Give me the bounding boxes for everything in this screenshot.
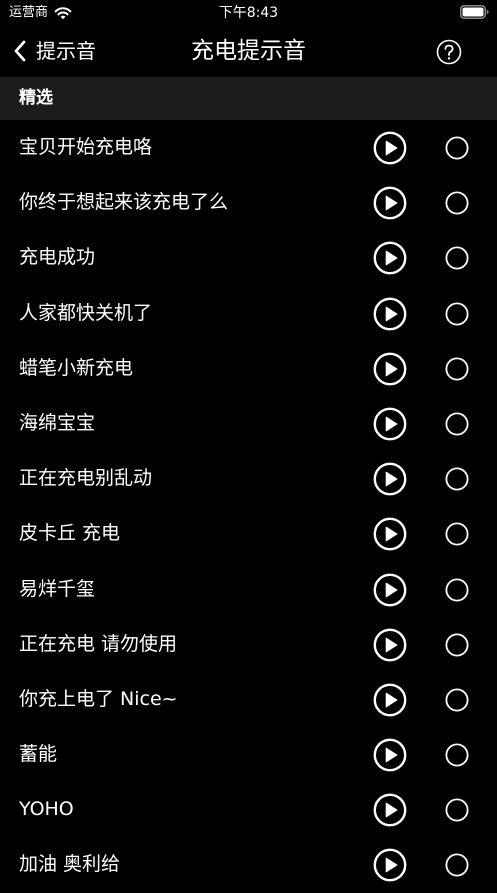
page-title: 充电提示音	[191, 38, 306, 64]
sound-name: 皮卡丘 充电	[19, 522, 121, 545]
radio-unselected-icon[interactable]	[445, 853, 469, 877]
list-item[interactable]: 你终于想起来该充电了么	[0, 175, 497, 230]
status-time: 下午8:43	[218, 5, 279, 21]
radio-unselected-icon[interactable]	[445, 467, 469, 491]
sound-name: 蜡笔小新充电	[19, 356, 134, 379]
radio-unselected-icon[interactable]	[445, 743, 469, 767]
list-item[interactable]: 正在充电别乱动	[0, 451, 497, 506]
sound-name: 你充上电了 Nice~	[19, 687, 178, 710]
play-icon[interactable]	[373, 241, 407, 275]
chevron-left-icon	[14, 40, 26, 62]
navigation-bar: 提示音 充电提示音	[0, 26, 497, 76]
radio-unselected-icon[interactable]	[445, 136, 469, 160]
section-title: 精选	[19, 88, 53, 108]
radio-unselected-icon[interactable]	[445, 357, 469, 381]
radio-unselected-icon[interactable]	[445, 246, 469, 270]
list-item[interactable]: 海绵宝宝	[0, 396, 497, 451]
play-icon[interactable]	[373, 573, 407, 607]
help-icon[interactable]	[436, 39, 462, 65]
list-item[interactable]: YOHO	[0, 782, 497, 837]
list-item[interactable]: 蜡笔小新充电	[0, 341, 497, 396]
list-item[interactable]: 正在充电 请勿使用	[0, 617, 497, 672]
list-item[interactable]: 皮卡丘 充电	[0, 506, 497, 561]
sound-name: YOHO	[19, 798, 74, 821]
section-header: 精选	[0, 77, 497, 120]
radio-unselected-icon[interactable]	[445, 633, 469, 657]
radio-unselected-icon[interactable]	[445, 688, 469, 712]
back-button[interactable]: 提示音	[12, 37, 96, 65]
radio-unselected-icon[interactable]	[445, 798, 469, 822]
back-label: 提示音	[36, 39, 96, 63]
sound-name: 易烊千玺	[19, 577, 96, 600]
sound-name: 海绵宝宝	[19, 411, 96, 434]
play-icon[interactable]	[373, 848, 407, 882]
play-icon[interactable]	[373, 131, 407, 165]
battery-icon	[460, 5, 489, 19]
sound-name: 你终于想起来该充电了么	[19, 191, 229, 214]
list-item[interactable]: 你充上电了 Nice~	[0, 672, 497, 727]
list-item[interactable]: 易烊千玺	[0, 562, 497, 617]
radio-unselected-icon[interactable]	[445, 191, 469, 215]
play-icon[interactable]	[373, 297, 407, 331]
list-item[interactable]: 充电成功	[0, 230, 497, 285]
play-icon[interactable]	[373, 517, 407, 551]
play-icon[interactable]	[373, 407, 407, 441]
status-bar: 运营商 下午8:43	[0, 0, 497, 26]
play-icon[interactable]	[373, 628, 407, 662]
sound-list: 宝贝开始充电咯 你终于想起来该充电了么 充电成功 人家都快关机了 蜡笔小新充电 …	[0, 120, 497, 893]
sound-name: 人家都快关机了	[19, 301, 153, 324]
radio-unselected-icon[interactable]	[445, 302, 469, 326]
sound-name: 宝贝开始充电咯	[19, 136, 153, 158]
play-icon[interactable]	[373, 738, 407, 772]
sound-name: 正在充电别乱动	[19, 467, 153, 490]
sound-name: 加油 奥利给	[19, 853, 121, 876]
play-icon[interactable]	[373, 352, 407, 386]
radio-unselected-icon[interactable]	[445, 577, 469, 602]
sound-name: 充电成功	[19, 246, 96, 269]
play-icon[interactable]	[373, 793, 407, 827]
play-icon[interactable]	[373, 186, 407, 220]
sound-name: 正在充电 请勿使用	[19, 632, 178, 655]
sound-name: 蓄能	[19, 743, 58, 766]
list-item[interactable]: 蓄能	[0, 727, 497, 782]
play-icon[interactable]	[373, 683, 407, 717]
radio-unselected-icon[interactable]	[445, 522, 469, 546]
radio-unselected-icon[interactable]	[445, 412, 469, 436]
list-item[interactable]: 加油 奥利给	[0, 837, 497, 892]
list-item[interactable]: 宝贝开始充电咯	[0, 120, 497, 175]
list-item[interactable]: 人家都快关机了	[0, 286, 497, 341]
play-icon[interactable]	[373, 462, 407, 496]
